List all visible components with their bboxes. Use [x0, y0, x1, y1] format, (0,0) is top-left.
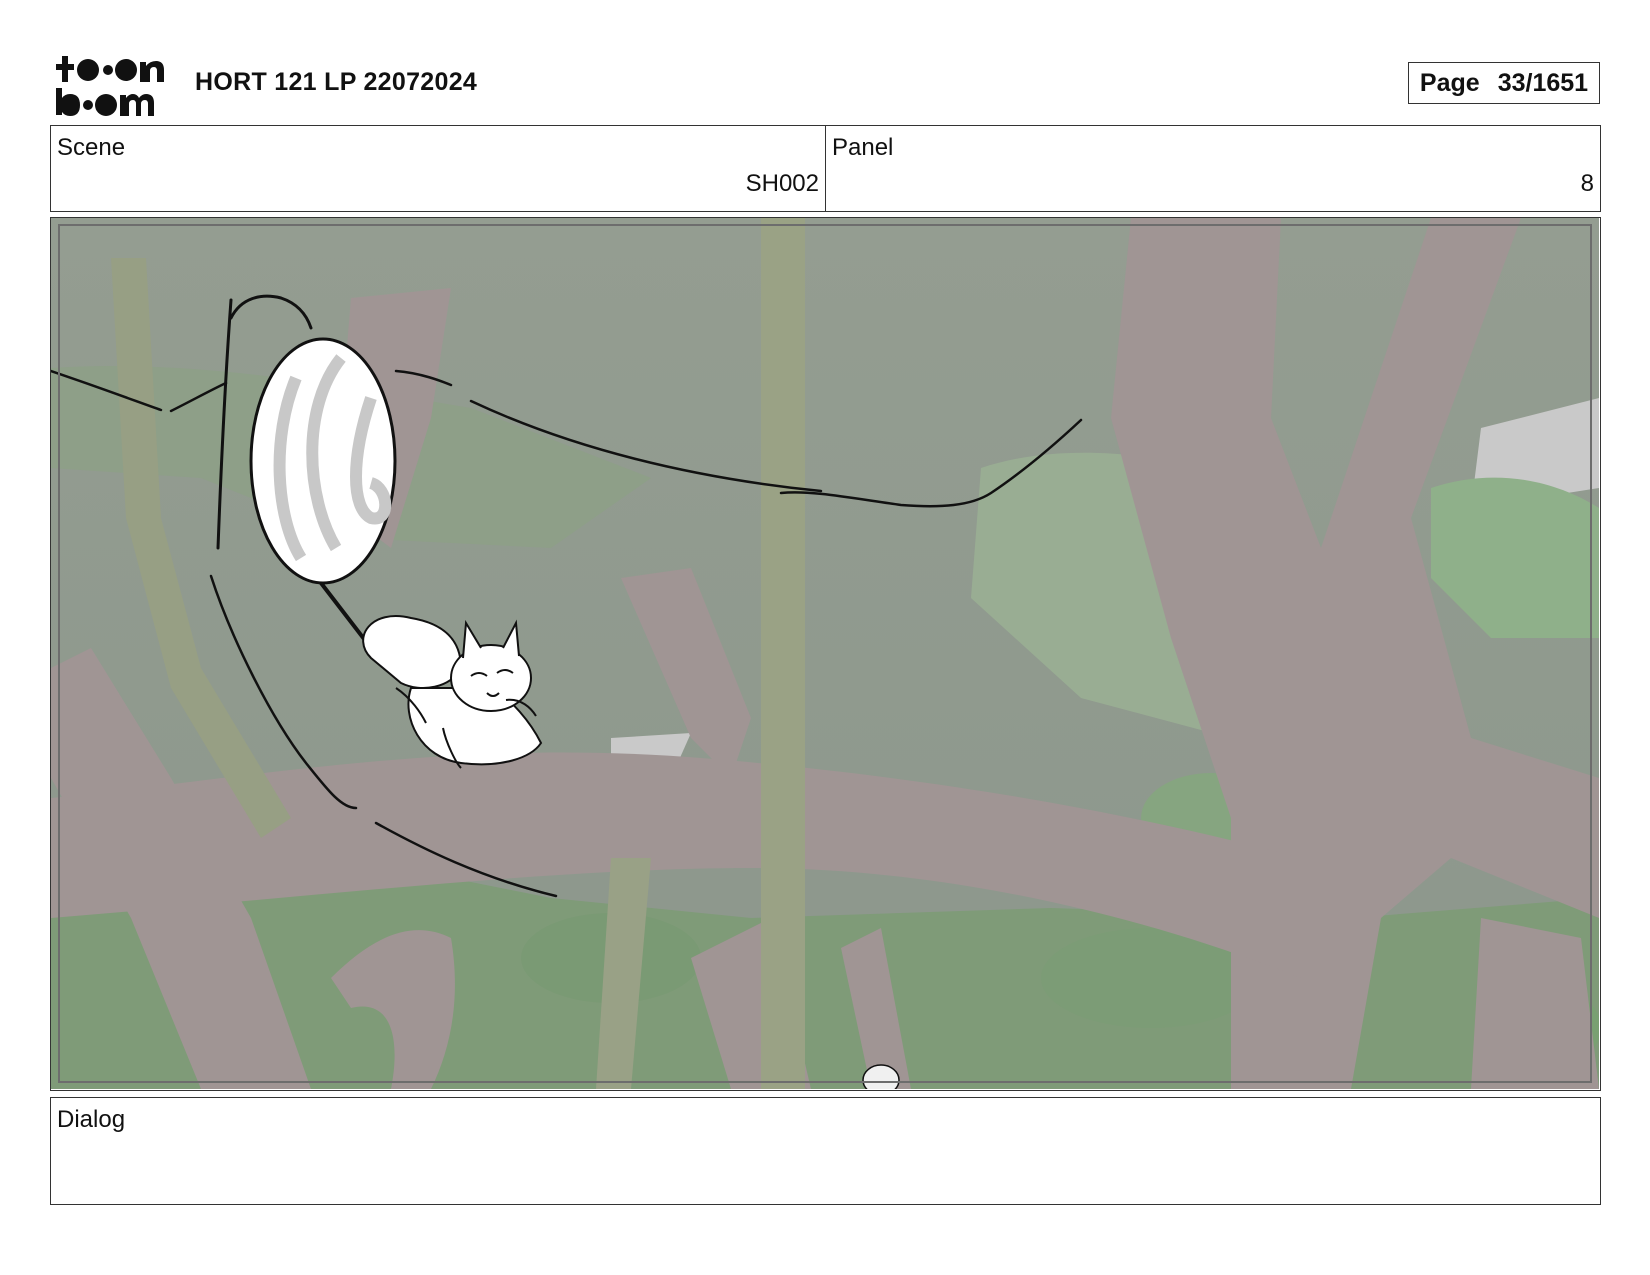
panel-cell: Panel 8	[825, 126, 1600, 211]
dialog-box: Dialog	[50, 1097, 1601, 1205]
scene-label: Scene	[57, 134, 126, 161]
panel-value: 8	[1580, 170, 1594, 197]
page-indicator: Page 33/1651	[1408, 62, 1600, 104]
scene-panel-row: Scene SH002 Panel 8	[50, 125, 1601, 212]
peeking-character	[862, 1064, 900, 1089]
scene-value: SH002	[745, 170, 819, 197]
page-label: Page	[1419, 68, 1480, 97]
dialog-label: Dialog	[57, 1106, 126, 1133]
toon-boom-logo	[56, 56, 164, 116]
document-title: HORT 121 LP 22072024	[195, 68, 478, 96]
page-number: 33/1651	[1497, 68, 1589, 97]
swirl-pod	[249, 337, 397, 585]
panel-label: Panel	[832, 134, 894, 161]
panel-artwork	[51, 218, 1599, 1089]
scene-cell: Scene SH002	[51, 126, 825, 211]
storyboard-panel	[50, 217, 1601, 1091]
